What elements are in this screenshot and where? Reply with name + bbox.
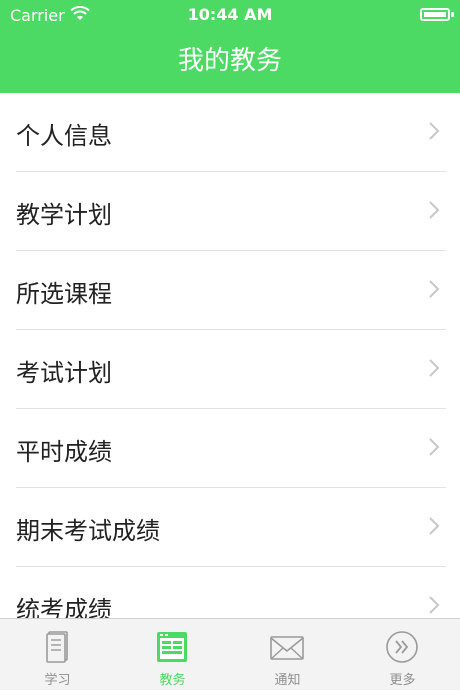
page-title: 我的教务 xyxy=(177,46,282,76)
menu-list: 个人信息 教学计划 所选课程 考试计划 平时成绩 期末考试成绩 统考成绩 xyxy=(0,93,460,618)
status-time: 10:44 AM xyxy=(187,5,273,24)
chevron-right-icon xyxy=(429,438,440,456)
schedule-icon xyxy=(157,632,187,662)
mail-icon xyxy=(270,636,304,660)
menu-item-teaching-plan[interactable]: 教学计划 xyxy=(0,172,460,251)
chevron-right-icon xyxy=(429,517,440,535)
chevron-right-icon xyxy=(429,280,440,298)
battery-icon xyxy=(420,8,454,21)
tab-study[interactable]: 学习 xyxy=(0,619,115,691)
menu-item-label: 考试计划 xyxy=(16,359,112,387)
tab-label: 教务 xyxy=(159,673,186,688)
menu-item-regular-grades[interactable]: 平时成绩 xyxy=(0,409,460,488)
menu-item-label: 个人信息 xyxy=(16,122,112,150)
menu-item-final-exam-grades[interactable]: 期末考试成绩 xyxy=(0,488,460,567)
app-header: Carrier 10:44 AM 我的教务 xyxy=(0,0,460,93)
tab-academic-affairs[interactable]: 教务 xyxy=(115,619,230,691)
more-icon xyxy=(386,631,418,663)
tab-label: 学习 xyxy=(44,673,71,688)
status-bar: Carrier 10:44 AM xyxy=(0,0,460,30)
menu-item-selected-courses[interactable]: 所选课程 xyxy=(0,251,460,330)
menu-item-label: 教学计划 xyxy=(16,201,112,229)
chevron-right-icon xyxy=(429,122,440,140)
tab-bar: 学习 教务 通知 更多 xyxy=(0,618,460,690)
tab-notifications[interactable]: 通知 xyxy=(230,619,345,691)
chevron-right-icon xyxy=(429,359,440,377)
chevron-right-icon xyxy=(429,201,440,219)
tab-label: 通知 xyxy=(274,673,301,688)
menu-item-label: 平时成绩 xyxy=(16,438,112,466)
menu-item-label: 所选课程 xyxy=(16,280,112,308)
tab-more[interactable]: 更多 xyxy=(345,619,460,691)
menu-item-personal-info[interactable]: 个人信息 xyxy=(0,93,460,172)
menu-item-label: 期末考试成绩 xyxy=(16,517,160,545)
menu-item-unified-exam-grades[interactable]: 统考成绩 xyxy=(0,567,460,618)
chevron-right-icon xyxy=(429,596,440,614)
tab-label: 更多 xyxy=(389,673,416,688)
book-icon xyxy=(46,631,68,663)
menu-item-exam-plan[interactable]: 考试计划 xyxy=(0,330,460,409)
menu-item-label: 统考成绩 xyxy=(16,596,112,618)
